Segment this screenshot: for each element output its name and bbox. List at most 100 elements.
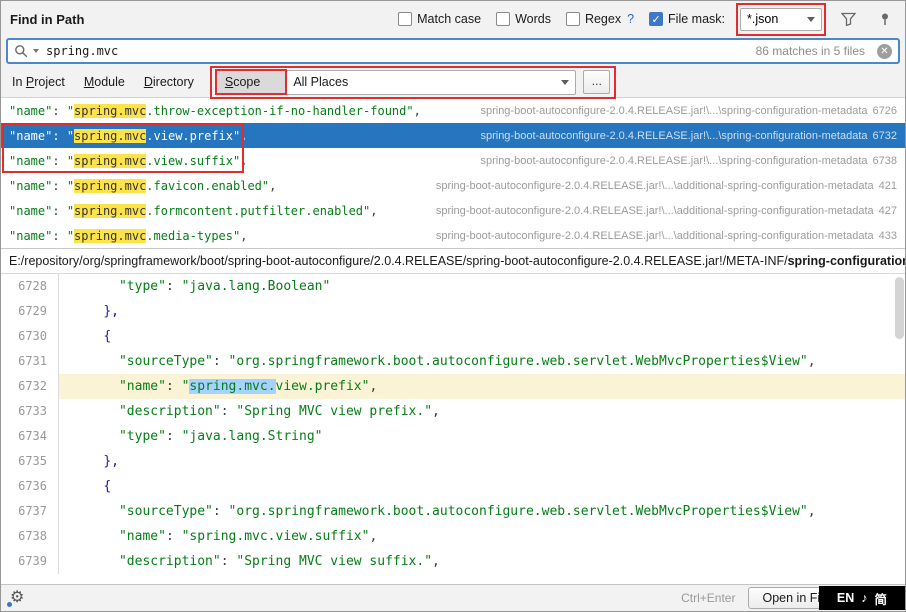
scope-tabs: In Project Module Directory: [12, 75, 194, 89]
token: ,: [432, 404, 440, 419]
token: [72, 529, 119, 544]
more-options-button[interactable]: ...: [583, 70, 610, 94]
token: ,: [432, 554, 440, 569]
result-row[interactable]: "name": "spring.mvc.media-types",spring-…: [1, 223, 905, 248]
token: :: [52, 204, 66, 218]
code-preview-editor[interactable]: 6728 "type": "java.lang.Boolean"6729 },6…: [1, 274, 905, 584]
token: [72, 354, 119, 369]
chevron-down-icon: [807, 17, 815, 22]
token: [72, 429, 119, 444]
settings-gear-icon[interactable]: ⚙: [10, 590, 24, 606]
token: ": [67, 204, 74, 218]
file-path-prefix: E:/repository/org/springframework/boot/s…: [9, 254, 788, 268]
ime-cn: 简: [875, 589, 888, 608]
filter-icon[interactable]: [837, 8, 859, 30]
line-number: 6736: [1, 474, 59, 499]
token: "java.lang.String": [182, 429, 323, 444]
token: :: [52, 104, 66, 118]
ime-icon: ♪: [861, 591, 867, 605]
result-location: spring-boot-autoconfigure-2.0.4.RELEASE.…: [426, 205, 897, 217]
search-input[interactable]: spring.mvc 86 matches in 5 files ✕: [6, 38, 900, 64]
code-line: 6734 "type": "java.lang.String": [1, 424, 905, 449]
code-text: "name": "spring.mvc.view.suffix",: [59, 524, 905, 549]
search-icon: [14, 44, 28, 58]
token: [72, 304, 103, 319]
results-list[interactable]: "name": "spring.mvc.throw-exception-if-n…: [1, 98, 905, 248]
token: },: [103, 304, 119, 319]
token: :: [166, 429, 182, 444]
code-line: 6735 },: [1, 449, 905, 474]
words-option[interactable]: Words: [496, 12, 551, 26]
words-label: Words: [515, 12, 551, 26]
token: "description": [119, 404, 221, 419]
line-number: 6735: [1, 449, 59, 474]
file-mask-checkbox[interactable]: [649, 12, 663, 26]
match-case-checkbox[interactable]: [398, 12, 412, 26]
token: [72, 279, 119, 294]
token: ": [67, 104, 74, 118]
token: "sourceType": [119, 354, 213, 369]
match-highlight: spring.mvc: [74, 129, 146, 143]
token: ": [67, 229, 74, 243]
code-text: },: [59, 449, 905, 474]
result-path: spring-boot-autoconfigure-2.0.4.RELEASE.…: [480, 130, 867, 142]
result-row[interactable]: "name": "spring.mvc.throw-exception-if-n…: [1, 98, 905, 123]
regex-help-link[interactable]: ?: [627, 12, 634, 26]
token: {: [103, 479, 111, 494]
result-row[interactable]: "name": "spring.mvc.formcontent.putfilte…: [1, 198, 905, 223]
match-case-option[interactable]: Match case: [398, 12, 481, 26]
file-mask-option[interactable]: File mask:: [649, 12, 725, 26]
token: "description": [119, 554, 221, 569]
token: :: [52, 179, 66, 193]
scope-tab-scope[interactable]: Scope: [216, 70, 286, 94]
result-match-text: "name": "spring.mvc.throw-exception-if-n…: [9, 104, 421, 118]
search-options: Match case Words Regex ? File mask: *.js…: [398, 8, 896, 31]
token: ": [67, 154, 74, 168]
words-checkbox[interactable]: [496, 12, 510, 26]
result-row[interactable]: "name": "spring.mvc.view.suffix",spring-…: [1, 148, 905, 173]
result-line-number: 6726: [873, 105, 897, 117]
result-match-text: "name": "spring.mvc.favicon.enabled",: [9, 179, 276, 193]
gear-badge: [7, 602, 12, 607]
code-line: 6733 "description": "Spring MVC view pre…: [1, 399, 905, 424]
scope-tab-directory[interactable]: Directory: [144, 75, 194, 89]
scope-tab-in-project[interactable]: In Project: [12, 75, 65, 89]
token: .throw-exception-if-no-handler-found": [146, 104, 413, 118]
result-location: spring-boot-autoconfigure-2.0.4.RELEASE.…: [470, 105, 897, 117]
token: :: [221, 554, 237, 569]
token: ,: [808, 504, 816, 519]
ime-lang: EN: [837, 591, 854, 605]
code-line: 6738 "name": "spring.mvc.view.suffix",: [1, 524, 905, 549]
line-number: 6729: [1, 299, 59, 324]
token: ,: [240, 154, 247, 168]
pin-icon[interactable]: [874, 8, 896, 30]
scope-select-combo[interactable]: All Places: [286, 70, 576, 95]
dialog-footer: ⚙ Ctrl+Enter Open in Find Window EN ♪ 简: [1, 584, 905, 611]
code-text: },: [59, 299, 905, 324]
search-history-arrow-icon[interactable]: [33, 49, 39, 53]
result-location: spring-boot-autoconfigure-2.0.4.RELEASE.…: [426, 230, 897, 242]
scope-tab-module[interactable]: Module: [84, 75, 125, 89]
result-path: spring-boot-autoconfigure-2.0.4.RELEASE.…: [480, 105, 867, 117]
scope-group: Scope All Places ...: [216, 70, 610, 95]
code-line: 6730 {: [1, 324, 905, 349]
ime-indicator[interactable]: EN ♪ 简: [819, 586, 905, 610]
line-number: 6731: [1, 349, 59, 374]
result-row[interactable]: "name": "spring.mvc.view.prefix", spring-…: [1, 123, 905, 148]
token: [72, 329, 103, 344]
result-row[interactable]: "name": "spring.mvc.favicon.enabled",spr…: [1, 173, 905, 198]
result-path: spring-boot-autoconfigure-2.0.4.RELEASE.…: [480, 155, 867, 167]
line-number: 6732: [1, 374, 59, 399]
line-number: 6737: [1, 499, 59, 524]
scrollbar-thumb[interactable]: [895, 277, 904, 339]
token: ,: [808, 354, 816, 369]
clear-search-icon[interactable]: ✕: [877, 44, 892, 59]
regex-option[interactable]: Regex ?: [566, 12, 634, 26]
regex-checkbox[interactable]: [566, 12, 580, 26]
token: "name": [9, 229, 52, 243]
token: "org.springframework.boot.autoconfigure.…: [229, 354, 808, 369]
token: :: [221, 404, 237, 419]
code-text: {: [59, 324, 905, 349]
result-match-text: "name": "spring.mvc.view.prefix",: [9, 129, 247, 143]
file-mask-combo[interactable]: *.json: [740, 8, 822, 31]
